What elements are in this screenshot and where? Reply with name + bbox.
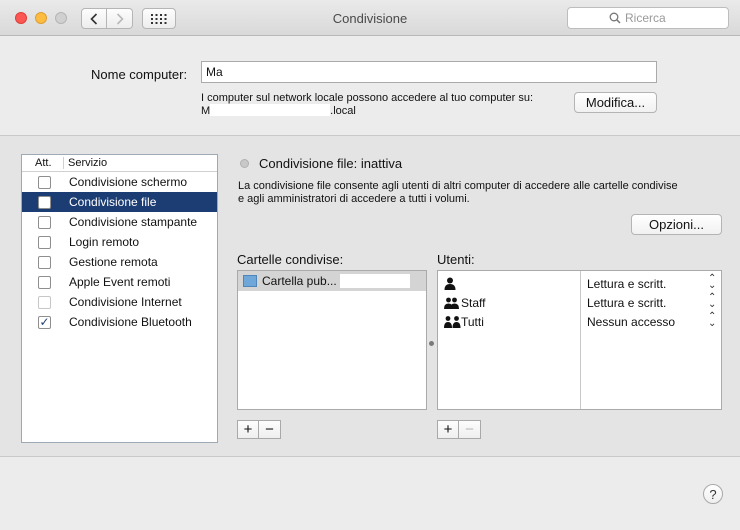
service-label: Apple Event remoti	[69, 275, 171, 289]
group-icon	[444, 297, 459, 309]
network-hint: I computer sul network locale possono ac…	[201, 92, 534, 104]
user-name: Tutti	[461, 315, 484, 329]
window-titlebar: Condivisione	[0, 0, 740, 36]
table-row[interactable]: Tutti Nessun accesso ⌃ ⌄	[438, 312, 721, 331]
service-checkbox[interactable]	[38, 275, 51, 289]
users-list[interactable]: Lettura e scritt. ⌃ ⌄ Staff Lettura e scr…	[437, 270, 722, 410]
service-row[interactable]: Condivisione Internet	[22, 292, 217, 312]
up-down-arrows-icon[interactable]: ⌃ ⌄	[708, 312, 716, 329]
remove-user-button[interactable]: −	[459, 420, 481, 439]
local-hostname-prefix: M	[201, 105, 211, 117]
redacted-region	[339, 274, 410, 288]
service-row[interactable]: Login remoto	[22, 232, 217, 252]
service-label: Condivisione Bluetooth	[69, 315, 192, 329]
file-sharing-description: La condivisione file consente agli utent…	[238, 180, 678, 205]
service-checkbox[interactable]	[38, 255, 51, 269]
list-item[interactable]: Cartella pub...	[238, 271, 426, 291]
user-name: Staff	[461, 296, 486, 310]
service-label: Condivisione schermo	[69, 175, 188, 189]
local-hostname-suffix: .local	[330, 105, 356, 117]
computer-name-field[interactable]: Ma	[201, 61, 657, 83]
everyone-icon	[444, 316, 461, 328]
users-label: Utenti:	[437, 252, 475, 267]
shared-folders-add-remove: + −	[237, 420, 281, 439]
status-indicator	[240, 159, 249, 168]
service-checkbox[interactable]	[38, 175, 51, 189]
remove-folder-button[interactable]: −	[259, 420, 281, 439]
service-checkbox[interactable]	[38, 235, 51, 249]
service-checkbox[interactable]: ✓	[38, 315, 51, 329]
table-row[interactable]: Lettura e scritt. ⌃ ⌄	[438, 274, 721, 293]
services-rows: Condivisione schermo Condivisione file Con…	[22, 172, 217, 332]
redacted-region	[458, 275, 530, 289]
shared-folders-label: Cartelle condivise:	[237, 252, 344, 267]
options-button[interactable]: Opzioni...	[631, 214, 722, 235]
permission-value[interactable]: Nessun accesso	[587, 315, 675, 329]
split-view-divider-handle[interactable]	[429, 341, 434, 346]
service-checkbox[interactable]	[38, 295, 51, 309]
user-icon	[444, 277, 456, 290]
up-down-arrows-icon[interactable]: ⌃ ⌄	[708, 293, 716, 310]
shared-folders-list[interactable]: Cartella pub...	[237, 270, 427, 410]
add-folder-button[interactable]: +	[237, 420, 259, 439]
services-list[interactable]: Att. Servizio Condivisione schermo Condiv…	[21, 154, 218, 443]
shared-folder-name: Cartella pub...	[262, 274, 337, 288]
service-label: Condivisione file	[69, 195, 157, 209]
file-sharing-status: Condivisione file: inattiva	[259, 156, 403, 171]
public-folder-icon	[243, 275, 257, 287]
services-list-header: Att. Servizio	[22, 155, 217, 172]
service-row[interactable]: Gestione remota	[22, 252, 217, 272]
computer-name-label: Nome computer:	[91, 67, 188, 82]
service-row[interactable]: Condivisione file	[22, 192, 217, 212]
column-header-service[interactable]: Servizio	[64, 157, 107, 169]
search-input[interactable]	[625, 10, 725, 26]
service-row[interactable]: ✓ Condivisione Bluetooth	[22, 312, 217, 332]
service-label: Condivisione stampante	[69, 215, 198, 229]
up-down-arrows-icon[interactable]: ⌃ ⌄	[708, 274, 716, 291]
search-icon	[609, 12, 621, 24]
add-user-button[interactable]: +	[437, 420, 459, 439]
permission-value[interactable]: Lettura e scritt.	[587, 277, 666, 291]
permission-value[interactable]: Lettura e scritt.	[587, 296, 666, 310]
service-row[interactable]: Condivisione schermo	[22, 172, 217, 192]
service-row[interactable]: Condivisione stampante	[22, 212, 217, 232]
table-row[interactable]: Staff Lettura e scritt. ⌃ ⌄	[438, 293, 721, 312]
help-button[interactable]: ?	[703, 484, 723, 504]
service-label: Condivisione Internet	[69, 295, 182, 309]
service-checkbox[interactable]	[38, 215, 51, 229]
users-add-remove: + −	[437, 420, 481, 439]
search-field[interactable]	[567, 7, 729, 29]
service-row[interactable]: Apple Event remoti	[22, 272, 217, 292]
service-label: Login remoto	[69, 235, 140, 249]
local-hostname: M .local	[201, 104, 356, 117]
service-checkbox[interactable]	[38, 195, 51, 209]
redacted-region	[210, 104, 331, 116]
edit-hostname-button[interactable]: Modifica...	[574, 92, 657, 113]
service-label: Gestione remota	[69, 255, 158, 269]
column-header-on[interactable]: Att.	[22, 157, 64, 169]
